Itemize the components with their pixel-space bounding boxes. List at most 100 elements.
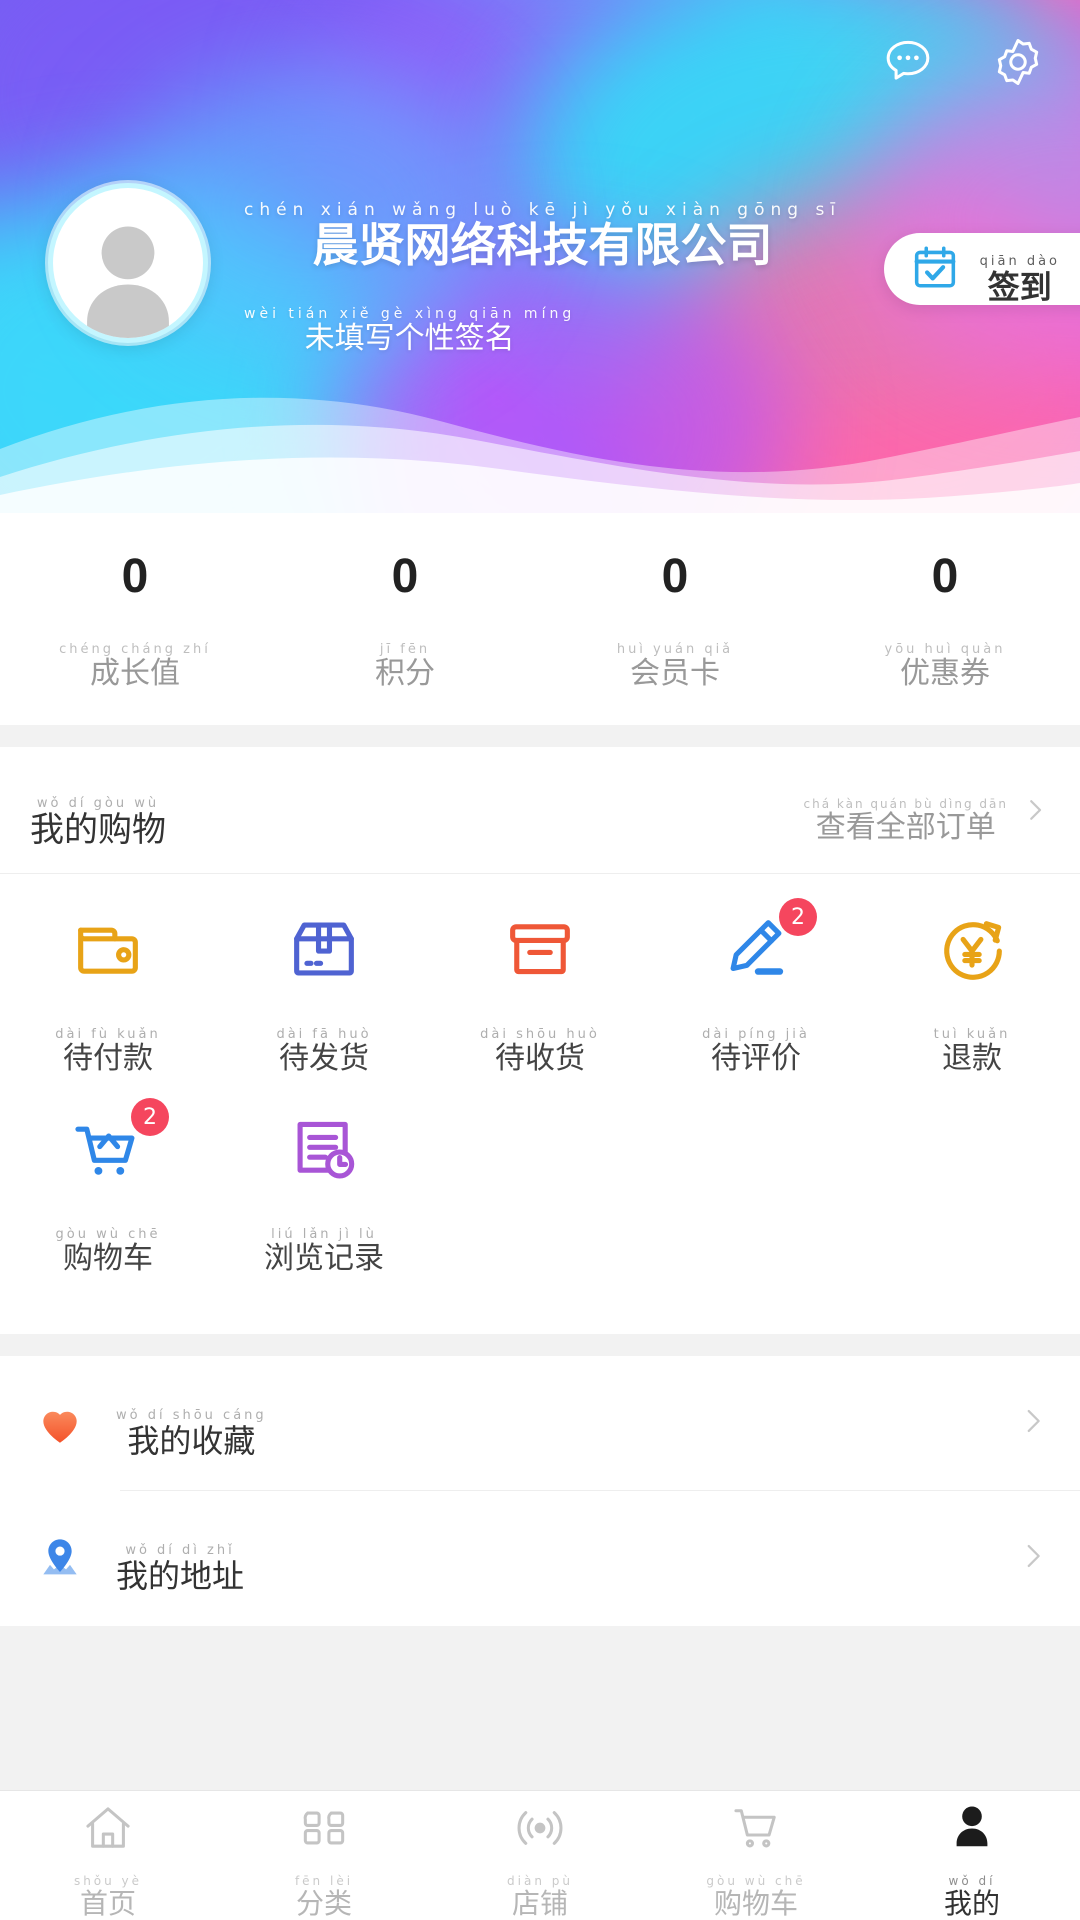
view-all-orders-link[interactable]: chá kàn quán bù dìng dān 查看全部订单 bbox=[804, 782, 1050, 843]
view-all-orders-pinyin: chá kàn quán bù dìng dān bbox=[803, 796, 1008, 811]
user-signature: wèi tián xiě gè xìng qiān míng 未填写个性签名 bbox=[244, 292, 841, 354]
order-cell-pending-shipment[interactable]: dài fā huò 待发货 bbox=[216, 908, 432, 1074]
sign-in-pinyin: qiān dào bbox=[979, 253, 1060, 269]
my-shopping-title: wǒ dí gòu wù 我的购物 bbox=[30, 777, 166, 847]
user-signature-hanzi: 未填写个性签名 bbox=[304, 322, 515, 355]
order-cell-badge: 2 bbox=[131, 1098, 169, 1136]
stat-label-hanzi: 会员卡 bbox=[629, 657, 720, 690]
my-shopping-title-hanzi: 我的购物 bbox=[30, 811, 166, 849]
list-item-pinyin: wǒ dí shōu cáng bbox=[116, 1408, 267, 1423]
tab-label: gòu wù chē 购物车 bbox=[706, 1860, 805, 1918]
stat-label-hanzi: 优惠券 bbox=[899, 657, 990, 690]
refund-yen-icon bbox=[931, 908, 1013, 995]
bottom-tab-bar: shǒu yè 首页 fēn lèi 分类 diàn pù 店铺 gòu wù … bbox=[0, 1790, 1080, 1920]
list-item-pinyin: wǒ dí dì zhǐ bbox=[125, 1543, 235, 1558]
stat-item-growth[interactable]: 0 chéng cháng zhí 成长值 bbox=[0, 553, 270, 689]
order-cell-shopping-cart[interactable]: 2 gòu wù chē 购物车 bbox=[0, 1098, 216, 1274]
order-cell-label: dài fù kuǎn 待付款 bbox=[55, 1012, 160, 1074]
view-all-orders-hanzi: 查看全部订单 bbox=[815, 810, 996, 844]
order-cell-pinyin: dài píng jià bbox=[702, 1027, 810, 1042]
shop-signal-icon bbox=[512, 1794, 568, 1856]
tab-label-pinyin: diàn pù bbox=[507, 1873, 573, 1888]
avatar[interactable] bbox=[48, 183, 208, 343]
stat-value: 0 bbox=[121, 550, 149, 603]
order-cell-pending-review[interactable]: 2 dài píng jià 待评价 bbox=[648, 898, 864, 1075]
stat-label-pinyin: yōu huì quàn bbox=[884, 642, 1006, 657]
stat-value: 0 bbox=[391, 550, 419, 603]
section-divider bbox=[0, 1334, 1080, 1356]
my-shopping-header: wǒ dí gòu wù 我的购物 chá kàn quán bù dìng d… bbox=[0, 747, 1080, 874]
list-item-my-address[interactable]: wǒ dí dì zhǐ 我的地址 bbox=[0, 1491, 1080, 1626]
stats-row: 0 chéng cháng zhí 成长值 0 jī fēn 积分 0 huì … bbox=[0, 513, 1080, 725]
chevron-right-icon bbox=[1016, 1539, 1050, 1578]
order-cell-label: dài shōu huò 待收货 bbox=[480, 1012, 600, 1074]
order-cell-hanzi: 待发货 bbox=[278, 1042, 369, 1075]
default-user-silhouette bbox=[87, 226, 169, 338]
delivery-box-icon bbox=[499, 908, 581, 995]
stat-value: 0 bbox=[661, 550, 689, 603]
chat-icon[interactable] bbox=[880, 34, 936, 90]
stat-value: 0 bbox=[931, 550, 959, 603]
order-cell-hanzi: 待付款 bbox=[62, 1042, 153, 1075]
order-cell-label: liú lǎn jì lù 浏览记录 bbox=[264, 1212, 384, 1274]
order-cell-pinyin: tuì kuǎn bbox=[933, 1027, 1011, 1042]
tab-label-pinyin: wǒ dí bbox=[948, 1873, 996, 1888]
order-cell-label: tuì kuǎn 退款 bbox=[934, 1012, 1011, 1074]
cart-outline-icon bbox=[728, 1794, 784, 1856]
tab-label-hanzi: 购物车 bbox=[713, 1887, 798, 1919]
order-cell-label: dài fā huò 待发货 bbox=[276, 1012, 371, 1074]
user-name-hanzi: 晨贤网络科技有限公司 bbox=[312, 219, 773, 271]
section-divider bbox=[0, 725, 1080, 747]
heart-icon bbox=[30, 1399, 90, 1449]
grid-category-icon bbox=[296, 1794, 352, 1856]
header-action-icons bbox=[880, 34, 1046, 90]
sign-in-button[interactable]: qiān dào 签到 bbox=[883, 233, 1080, 305]
gear-icon[interactable] bbox=[990, 34, 1046, 90]
tab-label-hanzi: 首页 bbox=[79, 1887, 136, 1919]
list-item-hanzi: 我的地址 bbox=[116, 1558, 245, 1594]
profile-block[interactable]: chén xián wǎng luò kē jì yǒu xiàn gōng s… bbox=[48, 172, 841, 354]
order-cell-refund[interactable]: tuì kuǎn 退款 bbox=[864, 908, 1080, 1074]
order-status-grid: dài fù kuǎn 待付款 dài fā huò 待发货 dài shōu … bbox=[0, 874, 1080, 1334]
tab-category[interactable]: fēn lèi 分类 bbox=[216, 1794, 432, 1918]
order-cell-hanzi: 退款 bbox=[942, 1042, 1002, 1075]
tab-label-hanzi: 店铺 bbox=[511, 1887, 568, 1919]
chevron-right-icon bbox=[1020, 795, 1050, 830]
order-cell-pending-payment[interactable]: dài fù kuǎn 待付款 bbox=[0, 908, 216, 1074]
stat-label-pinyin: huì yuán qiǎ bbox=[616, 642, 734, 657]
tab-label-pinyin: fēn lèi bbox=[294, 1873, 354, 1888]
order-cell-hanzi: 购物车 bbox=[63, 1242, 153, 1275]
quick-links-panel: wǒ dí shōu cáng 我的收藏 wǒ dí dì zhǐ 我的地址 bbox=[0, 1356, 1080, 1626]
wallet-icon bbox=[67, 908, 149, 995]
tab-label-hanzi: 分类 bbox=[295, 1887, 352, 1919]
package-box-icon bbox=[283, 908, 365, 995]
stat-label-hanzi: 成长值 bbox=[89, 657, 180, 690]
tab-label: diàn pù 店铺 bbox=[507, 1860, 573, 1918]
stat-item-points[interactable]: 0 jī fēn 积分 bbox=[270, 553, 540, 689]
tab-shop[interactable]: diàn pù 店铺 bbox=[432, 1794, 648, 1918]
user-name: chén xián wǎng luò kē jì yǒu xiàn gōng s… bbox=[244, 172, 841, 271]
order-cell-pending-receipt[interactable]: dài shōu huò 待收货 bbox=[432, 908, 648, 1074]
stat-label-pinyin: chéng cháng zhí bbox=[59, 642, 211, 657]
tab-label: wǒ dí 我的 bbox=[944, 1860, 1000, 1918]
history-doc-icon bbox=[283, 1108, 365, 1195]
tab-label-pinyin: shǒu yè bbox=[73, 1873, 143, 1888]
tab-label-pinyin: gòu wù chē bbox=[706, 1873, 806, 1888]
person-icon bbox=[944, 1794, 1000, 1856]
tab-cart[interactable]: gòu wù chē 购物车 bbox=[648, 1794, 864, 1918]
order-cell-hanzi: 待评价 bbox=[710, 1042, 801, 1075]
calendar-check-icon bbox=[910, 242, 960, 297]
view-all-orders-label: chá kàn quán bù dìng dān 查看全部订单 bbox=[804, 782, 1008, 843]
tab-home[interactable]: shǒu yè 首页 bbox=[0, 1794, 216, 1918]
order-cell-browsing-history[interactable]: liú lǎn jì lù 浏览记录 bbox=[216, 1108, 432, 1274]
sign-in-label: qiān dào 签到 bbox=[980, 236, 1060, 303]
tab-profile[interactable]: wǒ dí 我的 bbox=[864, 1794, 1080, 1918]
chevron-right-icon bbox=[1016, 1404, 1050, 1443]
list-item-my-favorites[interactable]: wǒ dí shōu cáng 我的收藏 bbox=[0, 1356, 1080, 1491]
stat-item-coupons[interactable]: 0 yōu huì quàn 优惠券 bbox=[810, 553, 1080, 689]
my-shopping-panel: wǒ dí gòu wù 我的购物 chá kàn quán bù dìng d… bbox=[0, 747, 1080, 1334]
order-cell-hanzi: 待收货 bbox=[494, 1042, 585, 1075]
stat-item-membership-card[interactable]: 0 huì yuán qiǎ 会员卡 bbox=[540, 553, 810, 689]
order-cell-label: gòu wù chē 购物车 bbox=[56, 1212, 161, 1274]
order-cell-pinyin: dài fā huò bbox=[276, 1027, 372, 1042]
